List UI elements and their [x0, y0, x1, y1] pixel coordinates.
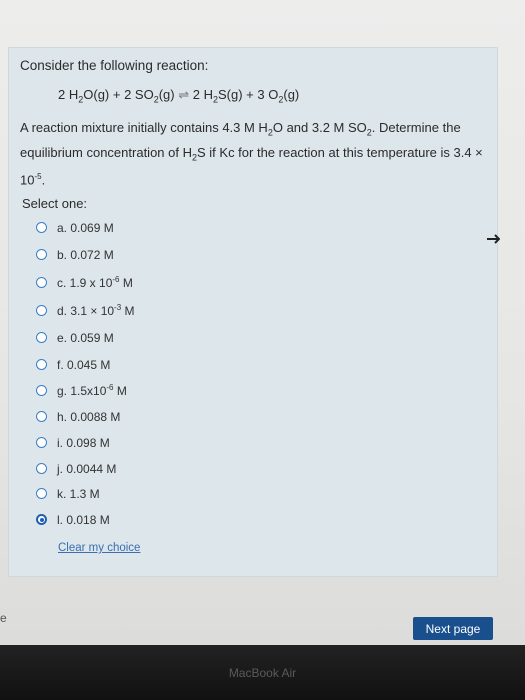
- option-l[interactable]: l. 0.018 M: [36, 510, 110, 528]
- option-label: f. 0.045 M: [57, 357, 111, 372]
- option-label: c. 1.9 x 10-6 M: [57, 274, 133, 290]
- option-g[interactable]: g. 1.5x10-6 M: [36, 381, 127, 399]
- radio-button[interactable]: [36, 358, 47, 370]
- reaction-equation: 2 H2O(g) + 2 SO2(g) ⇌ 2 H2S(g) + 3 O2(g): [58, 87, 300, 105]
- option-b[interactable]: b. 0.072 M: [36, 245, 114, 263]
- option-k[interactable]: k. 1.3 M: [36, 484, 100, 502]
- option-label: b. 0.072 M: [57, 247, 114, 262]
- option-label: e. 0.059 M: [57, 330, 114, 345]
- radio-button[interactable]: [36, 410, 47, 422]
- option-i[interactable]: i. 0.098 M: [36, 433, 110, 451]
- option-label: h. 0.0088 M: [57, 409, 121, 424]
- option-e[interactable]: e. 0.059 M: [36, 328, 114, 346]
- radio-button[interactable]: [36, 384, 47, 396]
- radio-button[interactable]: [36, 462, 47, 474]
- radio-button[interactable]: [36, 248, 47, 260]
- radio-button-selected[interactable]: [36, 513, 47, 525]
- option-label: k. 1.3 M: [57, 486, 100, 501]
- question-text: A reaction mixture initially contains 4.…: [20, 120, 483, 188]
- radio-button[interactable]: [36, 331, 47, 343]
- equilibrium-arrow: ⇌: [178, 87, 190, 102]
- clear-choice-link[interactable]: Clear my choice: [58, 542, 140, 554]
- option-f[interactable]: f. 0.045 M: [36, 355, 110, 373]
- option-j[interactable]: j. 0.0044 M: [36, 459, 116, 477]
- radio-button[interactable]: [36, 304, 47, 316]
- radio-button[interactable]: [36, 276, 47, 288]
- option-label: i. 0.098 M: [57, 435, 110, 450]
- laptop-label: MacBook Air: [228, 666, 297, 680]
- next-page-button[interactable]: Next page: [413, 617, 493, 640]
- option-label: a. 0.069 M: [57, 220, 114, 235]
- cursor-arrow-icon: [487, 234, 500, 244]
- option-d[interactable]: d. 3.1 × 10-3 M: [36, 301, 135, 319]
- screen: Consider the following reaction: 2 H2O(g…: [0, 0, 525, 645]
- option-label: g. 1.5x10-6 M: [57, 382, 127, 398]
- option-c[interactable]: c. 1.9 x 10-6 M: [36, 273, 133, 291]
- option-label: j. 0.0044 M: [57, 461, 117, 476]
- option-label: l. 0.018 M: [57, 512, 110, 527]
- option-label: d. 3.1 × 10-3 M: [57, 302, 135, 318]
- option-a[interactable]: a. 0.069 M: [36, 218, 114, 236]
- radio-button[interactable]: [36, 221, 47, 233]
- question-prompt: Consider the following reaction:: [20, 58, 209, 73]
- option-h[interactable]: h. 0.0088 M: [36, 407, 120, 425]
- edge-letter: e: [0, 611, 7, 625]
- radio-button[interactable]: [36, 436, 47, 448]
- radio-button[interactable]: [36, 487, 47, 499]
- select-one-label: Select one:: [22, 196, 88, 211]
